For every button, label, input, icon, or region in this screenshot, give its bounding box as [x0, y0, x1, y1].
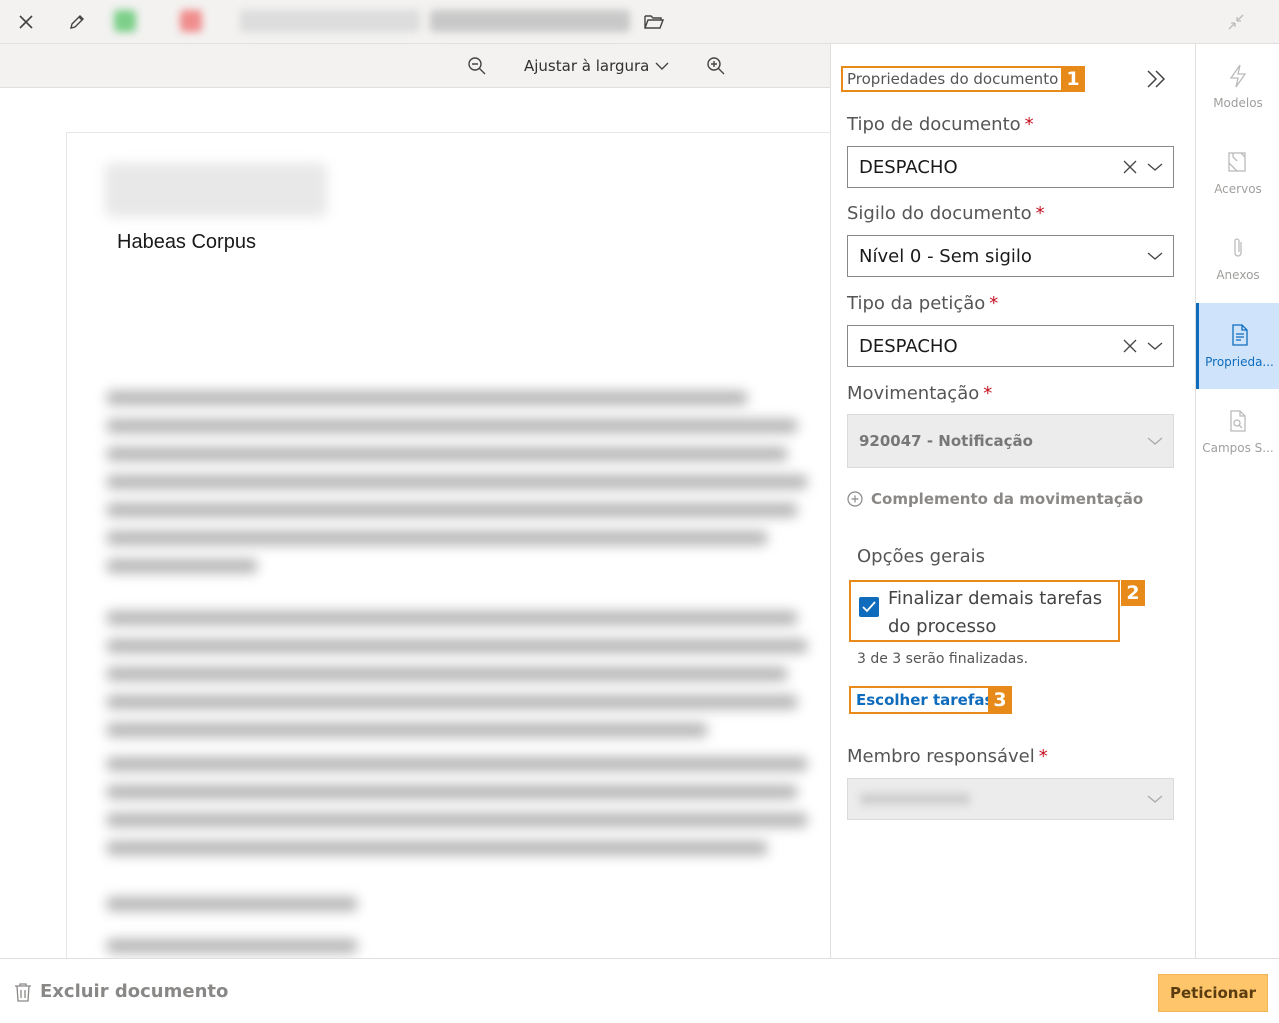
complemento-label: Complemento da movimentação	[871, 490, 1144, 508]
finalizar-tarefas-option: Finalizar demais tarefas do processo	[849, 580, 1120, 642]
status-indicator-red	[180, 10, 202, 32]
blurred-member-name	[860, 793, 970, 805]
membro-responsavel-label: Membro responsável *	[847, 746, 1048, 767]
tipo-peticao-select[interactable]: DESPACHO	[847, 325, 1174, 367]
rail-item-label: Acervos	[1214, 182, 1262, 196]
rail-item-label: Anexos	[1216, 268, 1260, 282]
status-indicator-green	[114, 10, 136, 32]
rail-item-label: Campos S...	[1202, 441, 1274, 455]
finalizar-tarefas-label[interactable]: Finalizar demais tarefas do processo	[888, 585, 1120, 641]
double-chevron-right-icon[interactable]	[1141, 64, 1171, 94]
chevron-down-icon	[1147, 795, 1163, 803]
clear-icon[interactable]	[1123, 339, 1137, 353]
checkmark-icon	[862, 601, 876, 613]
peticionar-button[interactable]: Peticionar	[1158, 974, 1268, 1012]
rail-item-anexos[interactable]: Anexos	[1196, 216, 1279, 302]
rail-item-campos[interactable]: Campos S...	[1196, 389, 1279, 475]
chevron-down-icon	[1147, 163, 1163, 171]
close-icon[interactable]	[12, 8, 40, 36]
movimentacao-select[interactable]: 920047 - Notificação	[847, 414, 1174, 468]
document-page: Habeas Corpus	[66, 132, 830, 958]
sigilo-select[interactable]: Nível 0 - Sem sigilo	[847, 235, 1174, 277]
tipo-documento-label: Tipo de documento *	[847, 114, 1034, 135]
escolher-tarefas-wrapper: Escolher tarefas	[849, 686, 1001, 714]
sigilo-value: Nível 0 - Sem sigilo	[859, 245, 1032, 267]
tasks-count-text: 3 de 3 serão finalizadas.	[857, 651, 1029, 667]
zoom-mode-dropdown[interactable]: Ajustar à largura	[524, 55, 669, 77]
zoom-out-icon[interactable]	[464, 53, 490, 79]
tipo-peticao-value: DESPACHO	[859, 335, 958, 357]
footer-bar: Excluir documento Peticionar	[0, 958, 1279, 1023]
top-toolbar	[0, 0, 1279, 44]
zoom-toolbar: Ajustar à largura	[0, 44, 830, 88]
document-heading: Habeas Corpus	[117, 231, 256, 253]
rail-item-acervos[interactable]: Acervos	[1196, 130, 1279, 216]
blurred-logo	[105, 163, 327, 217]
lightning-icon	[1229, 64, 1247, 88]
rail-item-label: Proprieda...	[1205, 355, 1274, 369]
delete-document-label: Excluir documento	[40, 981, 229, 1002]
folder-open-icon[interactable]	[640, 8, 668, 36]
chevron-down-icon	[1147, 437, 1163, 445]
search-document-icon	[1230, 410, 1246, 432]
collapse-arrows-icon[interactable]	[1222, 8, 1250, 36]
zoom-mode-label: Ajustar à largura	[524, 57, 650, 75]
zoom-in-icon[interactable]	[703, 53, 729, 79]
movimentacao-label: Movimentação *	[847, 383, 993, 404]
delete-document-button[interactable]: Excluir documento	[14, 981, 228, 1002]
panel-title: Propriedades do documento	[841, 66, 1065, 92]
properties-panel: Propriedades do documento 1 Tipo de docu…	[830, 44, 1194, 958]
rail-item-modelos[interactable]: Modelos	[1196, 44, 1279, 130]
trash-icon	[15, 982, 31, 1002]
blurred-status-text	[240, 10, 420, 32]
callout-badge-1: 1	[1061, 66, 1085, 92]
clear-icon[interactable]	[1123, 160, 1137, 174]
document-viewer[interactable]: Habeas Corpus	[0, 88, 830, 958]
blurred-process-number	[430, 10, 630, 32]
side-rail: Modelos Acervos Anexos Proprieda... Camp…	[1195, 44, 1279, 958]
tipo-peticao-label: Tipo da petição *	[847, 293, 999, 314]
tipo-documento-value: DESPACHO	[859, 156, 958, 178]
movimentacao-value: 920047 - Notificação	[859, 432, 1033, 450]
rail-item-propriedades[interactable]: Proprieda...	[1196, 303, 1279, 389]
membro-responsavel-select[interactable]	[847, 778, 1174, 820]
finalizar-tarefas-checkbox[interactable]	[859, 597, 879, 617]
sigilo-label: Sigilo do documento *	[847, 203, 1045, 224]
archive-icon	[1228, 152, 1246, 172]
rail-item-label: Modelos	[1213, 96, 1263, 110]
opcoes-gerais-title: Opções gerais	[857, 546, 985, 567]
tipo-documento-select[interactable]: DESPACHO	[847, 146, 1174, 188]
escolher-tarefas-link[interactable]: Escolher tarefas	[856, 691, 993, 709]
callout-badge-3: 3	[988, 686, 1012, 714]
chevron-down-icon	[655, 62, 669, 70]
chevron-down-icon	[1147, 342, 1163, 350]
add-circle-icon	[847, 491, 863, 507]
pencil-icon[interactable]	[63, 8, 91, 36]
callout-badge-2: 2	[1121, 580, 1145, 606]
complemento-movimentacao-button[interactable]: Complemento da movimentação	[847, 490, 1143, 508]
paperclip-icon	[1234, 238, 1242, 257]
chevron-down-icon	[1147, 252, 1163, 260]
properties-icon	[1231, 324, 1248, 346]
